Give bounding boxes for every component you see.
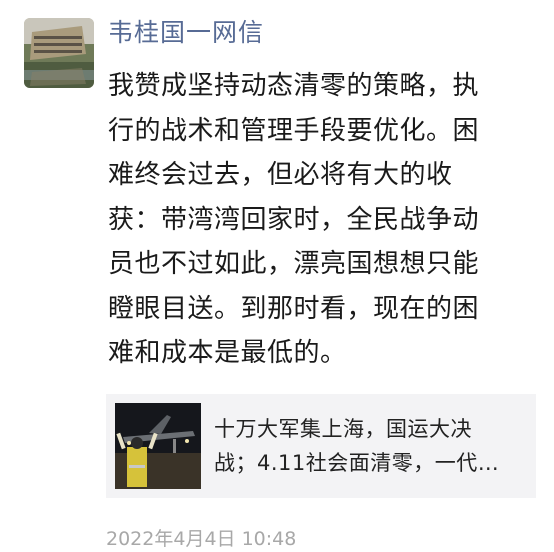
post-body-line: 行的战术和管理手段要优化。困 [108,115,480,146]
post-body-line: 瞪眼目送。到那时看，现在的困 [108,293,480,324]
shared-article-card[interactable]: 十万大军集上海，国运大决 战；4.11社会面清零，一代… [106,394,536,498]
article-title: 十万大军集上海，国运大决 战；4.11社会面清零，一代… [214,412,526,480]
article-thumbnail [115,403,201,489]
article-title-line: 十万大军集上海，国运大决 [214,417,472,441]
post-body-line: 获：带湾湾回家时，全民战争动 [108,204,480,235]
post-body-line: 员也不过如此，漂亮国想想只能 [108,249,480,279]
post-body-line: 难终会过去，但必将有大的收 [108,160,453,190]
post-body-line: 难和成本是最低的。 [108,338,347,368]
post-timestamp: 2022年4月4日 10:48 [106,528,297,550]
post-body-line: 我赞成坚持动态清零的策略，执 [108,71,480,101]
avatar[interactable] [24,18,94,88]
avatar-photo-icon [24,18,94,88]
airplane-runway-photo-icon [115,403,201,489]
article-title-line: 战；4.11社会面清零，一代… [214,451,500,475]
username-link[interactable]: 韦桂国一网信 [108,16,264,50]
post-body: 我赞成坚持动态清零的策略，执 行的战术和管理手段要优化。困 难终会过去，但必将有… [108,64,534,376]
